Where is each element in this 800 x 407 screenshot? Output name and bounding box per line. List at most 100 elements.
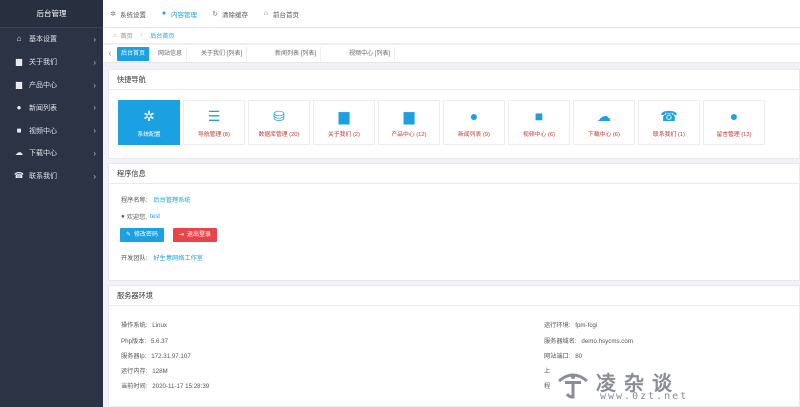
quick-nav-label: 联系我们 (1) — [653, 131, 685, 138]
sidebar-item-label: 新闻列表 — [29, 104, 57, 112]
team-row: 开发团队: 好生意网络工作室 — [121, 253, 203, 262]
comment-icon: ● — [16, 102, 22, 112]
chevron-right-icon: › — [93, 35, 96, 44]
server-time-row: 当前时间: 2020-11-17 15:28:39 — [121, 381, 209, 390]
quick-nav-label: 导航管理 (8) — [198, 131, 230, 138]
server-env-value: fpm-fcgi — [575, 322, 598, 329]
sidebar-item-contact[interactable]: ☎ 联系我们 › — [0, 165, 103, 188]
server-mem-label: 运行内存: — [121, 368, 148, 375]
breadcrumb: ⌂ 首页 / 后台首页 — [103, 28, 800, 44]
server-port-row: 网站端口: 80 — [544, 351, 582, 360]
program-name-label: 程序名称: — [121, 197, 148, 204]
watermark-logo-icon — [558, 373, 588, 399]
gear-icon: ✲ — [143, 107, 155, 124]
sidebar-item-label: 下载中心 — [29, 150, 57, 158]
sidebar-item-videos[interactable]: ■ 视频中心 › — [0, 119, 103, 142]
top-bar: ✲ 系统设置 ● 内容管理 ↻ 清除缓存 ⌂ 前台首页 — [103, 0, 800, 28]
chevron-right-icon: › — [93, 103, 96, 113]
logout-button[interactable]: ⇥ 退出登录 — [173, 228, 218, 242]
server-os-row: 操作系统: Linux — [121, 320, 167, 329]
welcome-label: 欢迎您, — [126, 214, 148, 221]
quick-nav-label: 视频中心 (6) — [523, 131, 555, 138]
topbar-label: 系统设置 — [120, 11, 146, 19]
tab-site-info[interactable]: 网站信息 — [154, 46, 188, 61]
quick-nav-navigation[interactable]: ☰ 导航管理 (8) — [183, 100, 245, 145]
panel-title: 服务器环境 — [109, 286, 799, 306]
quick-nav-downloads[interactable]: ☁ 下载中心 (6) — [573, 100, 635, 145]
briefcase-icon: ▆ — [15, 57, 23, 67]
server-port-value: 80 — [575, 353, 583, 360]
sidebar-item-basic-settings[interactable]: ⌂ 基本设置 › — [0, 28, 103, 51]
comments-icon: ● — [729, 107, 739, 124]
quick-nav-videos[interactable]: ■ 视频中心 (6) — [508, 100, 570, 145]
sidebar-item-about[interactable]: ▆ 关于我们 › — [0, 51, 103, 74]
gear-icon: ✲ — [110, 10, 116, 18]
button-label: 退出登录 — [187, 232, 212, 238]
tab-about-list[interactable]: 关于我们 [列表] — [197, 46, 248, 61]
quick-nav-label: 关于我们 (2) — [328, 131, 360, 138]
chevron-right-icon: › — [93, 126, 96, 136]
server-ip-row: 服务器Ip: 172.31.97.107 — [121, 351, 191, 360]
server-mem-row: 运行内存: 128M — [121, 366, 168, 375]
server-env-row: 运行环境: fpm-fcgi — [544, 320, 597, 329]
sidebar-item-products[interactable]: ▆ 产品中心 › — [0, 74, 103, 97]
team-label: 开发团队: — [121, 255, 148, 262]
quick-nav-news[interactable]: ● 新闻列表 (9) — [443, 100, 505, 145]
server-php-value: 5.6.37 — [150, 338, 169, 345]
home-icon: ⌂ — [113, 32, 117, 39]
chevron-right-icon: › — [93, 148, 96, 158]
program-name-row: 程序名称: 后台管理系统 — [121, 195, 191, 204]
topbar-clear-cache[interactable]: ↻ 清除缓存 — [211, 9, 248, 19]
server-ip-label: 服务器Ip: — [121, 353, 147, 360]
video-icon: ■ — [16, 125, 22, 135]
topbar-label: 前台首页 — [273, 11, 299, 19]
server-php-row: Php版本: 5.6.37 — [121, 336, 168, 345]
program-name-value: 后台管理系统 — [153, 197, 191, 204]
sidebar-brand[interactable]: 后台管理 — [0, 0, 103, 28]
server-port-label: 网站端口: — [544, 353, 571, 360]
sidebar-item-news[interactable]: ● 新闻列表 › — [0, 96, 103, 119]
server-time-label: 当前时间: — [121, 383, 148, 390]
quick-nav-database[interactable]: ⛁ 数据库管理 (20) — [248, 100, 310, 145]
server-os-value: Linux — [152, 322, 168, 329]
chevron-right-icon: › — [93, 171, 96, 181]
watermark: 凌杂谈 www.0zt.net — [556, 365, 716, 405]
phone-icon: ☎ — [14, 171, 24, 181]
quick-nav-messages[interactable]: ● 留言管理 (13) — [703, 100, 765, 145]
quick-nav-products[interactable]: ▆ 产品中心 (12) — [378, 100, 440, 145]
tab-video-list[interactable]: 视频中心 [列表] — [345, 46, 396, 61]
server-os-label: 操作系统: — [121, 322, 148, 329]
quick-nav-label: 留言管理 (13) — [716, 131, 752, 138]
topbar-front-home[interactable]: ⌂ 前台首页 — [262, 9, 299, 19]
server-time-value: 2020-11-17 15:28:39 — [152, 383, 210, 390]
quick-nav-label: 产品中心 (12) — [391, 131, 427, 138]
quick-nav-label: 数据库管理 (20) — [258, 131, 300, 138]
briefcase-icon: ▆ — [403, 107, 415, 124]
cloud-download-icon: ☁ — [597, 107, 611, 124]
server-upload-row: 上 — [544, 366, 550, 375]
phone-icon: ☎ — [660, 107, 678, 124]
sidebar-item-label: 关于我们 — [29, 59, 57, 67]
user-icon: ● — [121, 213, 125, 220]
quick-nav-label: 下载中心 (6) — [588, 131, 620, 138]
breadcrumb-home[interactable]: 首页 — [121, 31, 133, 40]
refresh-icon: ↻ — [212, 10, 218, 18]
tab-admin-home[interactable]: 后台首页 — [117, 46, 151, 61]
server-domain-label: 服务器域名: — [544, 338, 577, 345]
video-icon: ■ — [534, 107, 544, 124]
tab-news-list[interactable]: 新闻列表 [列表] — [271, 46, 322, 61]
topbar-system-settings[interactable]: ✲ 系统设置 — [109, 9, 146, 19]
quick-nav-about[interactable]: ▆ 关于我们 (2) — [313, 100, 375, 145]
team-value[interactable]: 好生意网络工作室 — [153, 253, 203, 262]
change-password-button[interactable]: ✎ 修改密码 — [120, 228, 165, 242]
server-env-label: 运行环境: — [544, 322, 571, 329]
quick-nav-system-config[interactable]: ✲ 系统配置 — [118, 100, 180, 145]
quick-nav-contact[interactable]: ☎ 联系我们 (1) — [638, 100, 700, 145]
topbar-content-management[interactable]: ● 内容管理 — [160, 9, 197, 19]
chevron-left-icon[interactable]: ‹ — [103, 49, 117, 58]
page-tabs: ‹ 后台首页 网站信息 关于我们 [列表] 新闻列表 [列表] 视频中心 [列表… — [103, 45, 800, 63]
sidebar-item-downloads[interactable]: ☁ 下载中心 › — [0, 142, 103, 165]
briefcase-icon: ▆ — [15, 79, 23, 89]
server-mem-value: 128M — [152, 368, 168, 375]
sidebar: 后台管理 ⌂ 基本设置 › ▆ 关于我们 › ▆ 产品中心 › ● 新闻列表 ›… — [0, 0, 103, 407]
